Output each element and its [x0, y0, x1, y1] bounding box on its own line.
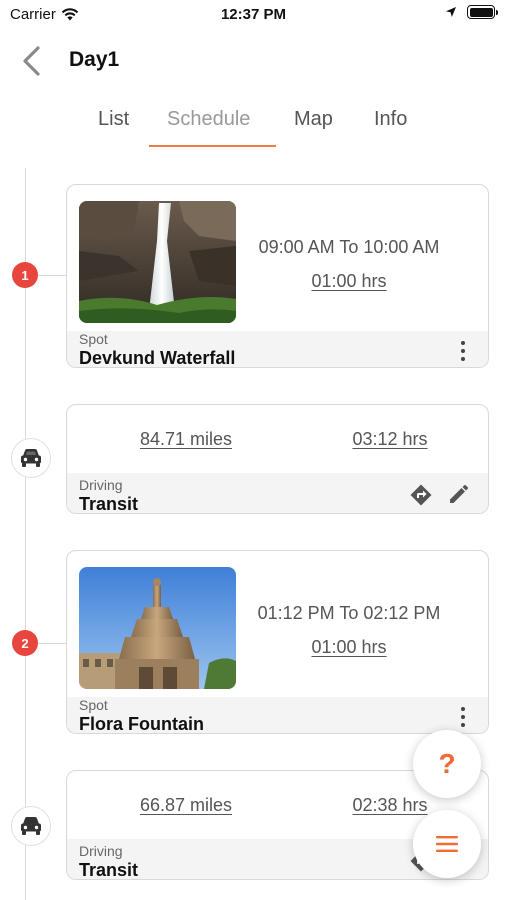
dot-icon	[461, 357, 465, 361]
dot-icon	[461, 707, 465, 711]
driving-card[interactable]: 84.71 miles 03:12 hrs Driving Transit	[66, 404, 489, 514]
page-title: Day1	[69, 48, 120, 71]
distance-value[interactable]: 84.71 miles	[140, 429, 232, 449]
chevron-left-icon	[23, 46, 40, 76]
edit-button[interactable]	[445, 482, 471, 508]
car-icon	[21, 449, 41, 467]
duration-link[interactable]: 01:00 hrs	[234, 271, 464, 292]
timeline-connector	[38, 643, 66, 644]
spot-photo-fountain	[79, 567, 236, 689]
tab-info[interactable]: Info	[374, 108, 407, 131]
active-tab-indicator	[149, 145, 276, 147]
dot-icon	[461, 349, 465, 353]
duration-value[interactable]: 01:00 hrs	[311, 271, 386, 291]
time-range: 01:12 PM To 02:12 PM	[257, 603, 441, 623]
item-name: Devkund Waterfall	[79, 348, 236, 368]
spot-photo-waterfall	[79, 201, 236, 323]
distance-value[interactable]: 66.87 miles	[140, 795, 232, 815]
distance-link[interactable]: 66.87 miles	[125, 795, 247, 816]
help-question-label: ?	[438, 748, 456, 779]
item-name: Transit	[79, 860, 139, 880]
pencil-icon	[450, 485, 468, 503]
more-options-button[interactable]	[456, 705, 470, 729]
item-kind-label: Driving	[79, 843, 123, 859]
car-marker	[11, 438, 51, 478]
car-icon	[21, 817, 41, 835]
spot-card[interactable]: 01:12 PM To 02:12 PM 01:00 hrs Spot Flor…	[66, 550, 489, 734]
back-button[interactable]	[14, 42, 48, 80]
duration-value[interactable]: 01:00 hrs	[311, 637, 386, 657]
item-name: Transit	[79, 494, 139, 514]
dot-icon	[461, 723, 465, 727]
stop-number-badge: 1	[12, 262, 38, 288]
dot-icon	[461, 715, 465, 719]
item-kind-label: Spot	[79, 331, 108, 347]
drive-time-value[interactable]: 03:12 hrs	[352, 429, 427, 449]
help-button[interactable]: ?	[413, 730, 481, 798]
distance-link[interactable]: 84.71 miles	[125, 429, 247, 450]
timeline-connector	[38, 275, 66, 276]
status-right	[445, 5, 498, 19]
status-bar: Carrier 12:37 PM	[0, 0, 507, 30]
directions-icon	[410, 484, 432, 506]
car-marker	[11, 806, 51, 846]
battery-icon	[467, 5, 498, 19]
tab-bar: List Schedule Map Info	[0, 100, 507, 150]
dot-icon	[461, 341, 465, 345]
drive-time-value[interactable]: 02:38 hrs	[352, 795, 427, 815]
spot-card[interactable]: 09:00 AM To 10:00 AM 01:00 hrs Spot Devk…	[66, 184, 489, 368]
tab-schedule[interactable]: Schedule	[167, 108, 250, 131]
time-range: 09:00 AM To 10:00 AM	[258, 237, 440, 257]
stop-number-badge: 2	[12, 630, 38, 656]
status-time: 12:37 PM	[220, 6, 287, 23]
menu-button[interactable]	[413, 810, 481, 878]
drive-time-link[interactable]: 03:12 hrs	[330, 429, 450, 450]
menu-icon	[436, 836, 458, 852]
item-kind-label: Spot	[79, 697, 108, 713]
item-name: Flora Fountain	[79, 714, 204, 734]
tab-list[interactable]: List	[98, 108, 129, 131]
duration-link[interactable]: 01:00 hrs	[234, 637, 464, 658]
more-options-button[interactable]	[456, 339, 470, 363]
directions-button[interactable]	[408, 482, 434, 508]
item-kind-label: Driving	[79, 477, 123, 493]
location-arrow-icon	[446, 7, 456, 17]
tab-map[interactable]: Map	[294, 108, 333, 131]
nav-header: Day1	[0, 36, 507, 86]
